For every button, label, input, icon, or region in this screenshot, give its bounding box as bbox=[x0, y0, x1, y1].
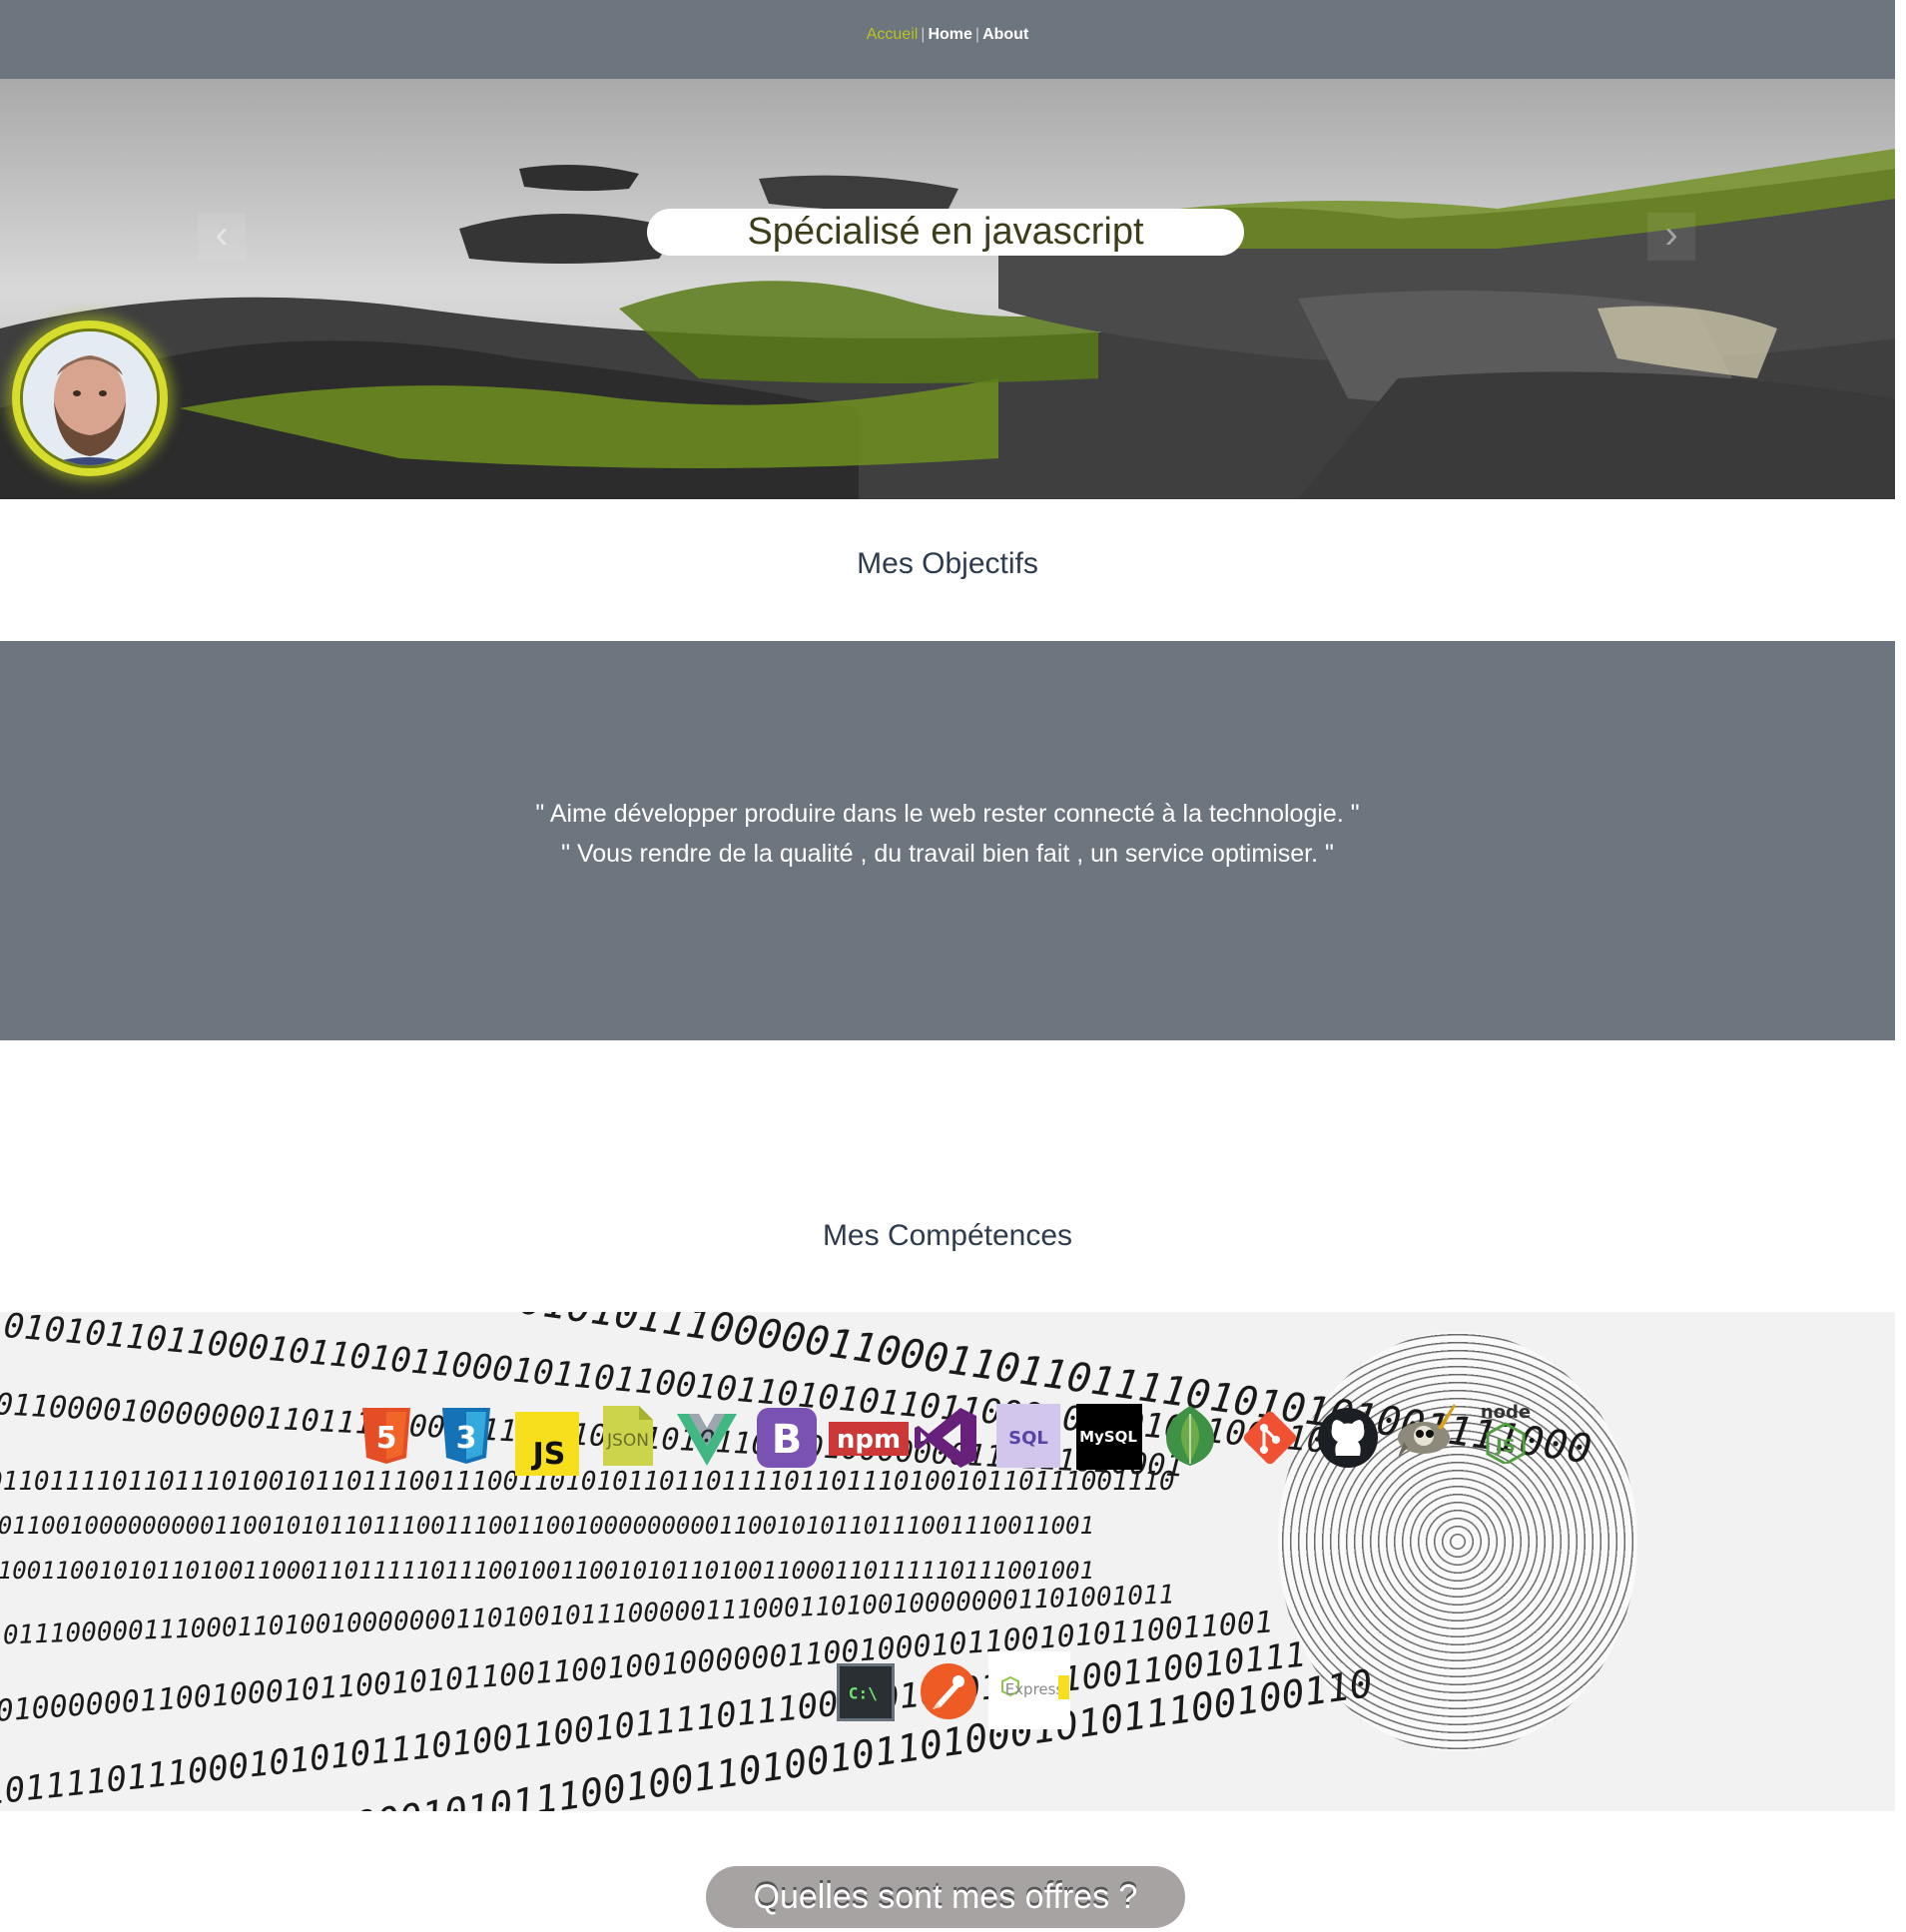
git-icon bbox=[1238, 1406, 1302, 1470]
svg-text:MySQL: MySQL bbox=[1079, 1428, 1137, 1446]
competences-title: Mes Compétences bbox=[822, 1219, 1073, 1252]
javascript-icon: JS bbox=[515, 1412, 579, 1476]
hero-background-image bbox=[0, 79, 1895, 499]
avatar-photo bbox=[20, 328, 160, 468]
objectifs-quote-band: " Aime développer produire dans le web r… bbox=[0, 641, 1895, 1040]
svg-text:JS: JS bbox=[531, 1437, 566, 1472]
svg-text:JSON: JSON bbox=[606, 1431, 649, 1451]
carousel-prev-button[interactable]: ‹ bbox=[198, 213, 246, 261]
page: Accueil | Home | About ‹ › Spécialisé en… bbox=[0, 0, 1906, 1932]
svg-text:node: node bbox=[1481, 1402, 1531, 1423]
offers-button[interactable]: Quelles sont mes offres ? bbox=[706, 1866, 1185, 1928]
expressjs-icon: Express bbox=[988, 1651, 1070, 1729]
css3-icon: 3 bbox=[434, 1404, 498, 1468]
skills-banner: 1000001100011011011101010101011100000110… bbox=[0, 1312, 1895, 1811]
svg-text:3: 3 bbox=[456, 1421, 477, 1456]
svg-text:Express: Express bbox=[1005, 1680, 1064, 1698]
nav-links: Accueil | Home | About bbox=[0, 26, 1895, 44]
mysql-icon: MySQL bbox=[1076, 1404, 1142, 1470]
nav-link-about[interactable]: About bbox=[979, 26, 1031, 43]
github-icon bbox=[1316, 1406, 1380, 1470]
binary-decoration: 0110110111101101110100101101110011100110… bbox=[0, 1467, 1175, 1497]
json-icon: JSON bbox=[595, 1404, 659, 1468]
svg-text:5: 5 bbox=[376, 1421, 397, 1456]
objectifs-quote-2: " Vous rendre de la qualité , du travail… bbox=[561, 840, 1334, 868]
bootstrap-icon: B bbox=[755, 1406, 819, 1470]
terminal-icon: C:\ bbox=[837, 1663, 895, 1721]
svg-text:C:\: C:\ bbox=[849, 1683, 878, 1702]
binary-decoration: 0100100110010101101001100011011111011100… bbox=[0, 1557, 1094, 1585]
nav-link-home[interactable]: Home bbox=[925, 26, 974, 43]
objectifs-quote-1: " Aime développer produire dans le web r… bbox=[535, 800, 1360, 828]
objectifs-title: Mes Objectifs bbox=[857, 547, 1038, 580]
svg-text:SQL: SQL bbox=[1008, 1428, 1048, 1449]
vuejs-icon bbox=[675, 1408, 739, 1472]
nodejs-icon: node JS bbox=[1474, 1400, 1538, 1464]
visual-studio-icon bbox=[915, 1406, 978, 1470]
svg-text:JS: JS bbox=[1494, 1436, 1516, 1457]
hero-caption: Spécialisé en javascript bbox=[647, 209, 1244, 256]
svg-text:B: B bbox=[772, 1417, 803, 1463]
top-navbar: Accueil | Home | About bbox=[0, 0, 1895, 79]
binary-decoration: 1110011001000000000110010101101110011100… bbox=[0, 1512, 1094, 1540]
carousel-next-button[interactable]: › bbox=[1647, 213, 1695, 261]
npm-icon: npm bbox=[829, 1422, 909, 1456]
hero-carousel: ‹ › Spécialisé en javascript bbox=[0, 79, 1895, 499]
postman-icon bbox=[917, 1659, 980, 1723]
mongodb-icon bbox=[1158, 1404, 1222, 1468]
sql-icon: SQL bbox=[996, 1404, 1060, 1468]
html5-icon: 5 bbox=[354, 1404, 418, 1468]
nav-link-accueil[interactable]: Accueil bbox=[864, 26, 922, 43]
profile-avatar bbox=[12, 321, 168, 476]
gimp-icon bbox=[1394, 1398, 1458, 1462]
svg-text:npm: npm bbox=[837, 1425, 901, 1455]
